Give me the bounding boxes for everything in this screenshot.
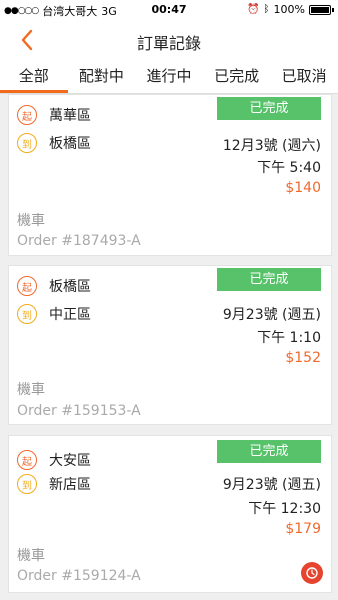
order-card[interactable]: 起 萬華區 到 板橋區 已完成 12月3號 (週六) 下午 5:40 $140 …: [8, 94, 332, 256]
end-badge: 到: [17, 133, 37, 153]
tab-completed[interactable]: 已完成: [203, 60, 271, 93]
battery-icon: [309, 4, 331, 15]
tab-in-progress[interactable]: 進行中: [135, 60, 203, 93]
battery-percent: 100%: [273, 3, 305, 16]
dropoff-location: 板橋區: [49, 136, 91, 152]
order-date: 9月23號 (週五): [222, 307, 321, 323]
chat-icon[interactable]: [301, 562, 323, 584]
start-badge: 起: [17, 105, 37, 125]
vehicle-type: 機車: [17, 213, 45, 229]
status-bar: ●●○○○ 台湾大哥大 3G 00:47 ⏰ ᛒ 100%: [0, 0, 338, 20]
order-number: Order #187493-A: [17, 233, 141, 249]
tab-bar: 全部 配對中 進行中 已完成 已取消: [0, 60, 338, 94]
dropoff-location: 新店區: [49, 477, 91, 493]
order-time: 下午 12:30: [248, 501, 321, 517]
end-badge: 到: [17, 304, 37, 324]
order-number: Order #159124-A: [17, 568, 141, 584]
battery-nub: [332, 7, 334, 12]
order-card[interactable]: 起 板橋區 到 中正區 已完成 9月23號 (週五) 下午 1:10 $152 …: [8, 265, 332, 425]
order-time: 下午 5:40: [257, 160, 321, 176]
start-badge: 起: [17, 450, 37, 470]
tab-all[interactable]: 全部: [0, 60, 68, 93]
pickup-location: 大安區: [49, 453, 91, 469]
bluetooth-icon: ᛒ: [263, 4, 270, 15]
page-title: 訂單記錄: [136, 34, 201, 53]
status-badge: 已完成: [217, 268, 321, 291]
pickup-location: 板橋區: [49, 279, 91, 295]
dropoff-location: 中正區: [49, 307, 91, 323]
end-badge: 到: [17, 474, 37, 494]
order-card[interactable]: 起 大安區 到 新店區 已完成 9月23號 (週五) 下午 12:30 $179…: [8, 435, 332, 593]
status-badge: 已完成: [217, 97, 321, 120]
order-price: $140: [285, 180, 321, 196]
order-date: 9月23號 (週五): [222, 477, 321, 493]
order-price: $179: [285, 521, 321, 537]
order-time: 下午 1:10: [257, 330, 321, 346]
nav-bar: 訂單記錄: [0, 20, 338, 60]
vehicle-type: 機車: [17, 382, 45, 398]
order-date: 12月3號 (週六): [222, 138, 321, 154]
status-badge: 已完成: [217, 440, 321, 463]
pickup-location: 萬華區: [49, 108, 91, 124]
tab-matching[interactable]: 配對中: [68, 60, 136, 93]
vehicle-type: 機車: [17, 548, 45, 564]
alarm-icon: ⏰: [247, 4, 260, 15]
tab-cancelled[interactable]: 已取消: [270, 60, 338, 93]
order-price: $152: [285, 350, 321, 366]
start-badge: 起: [17, 276, 37, 296]
order-number: Order #159153-A: [17, 403, 141, 419]
refresh-chat-icon: [306, 567, 318, 579]
